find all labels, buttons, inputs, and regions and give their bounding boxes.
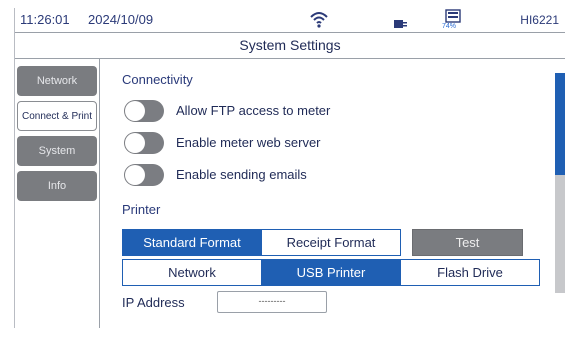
- ftp-access-label: Allow FTP access to meter: [176, 103, 331, 118]
- output-network-tab[interactable]: Network: [122, 259, 262, 286]
- receipt-format-tab[interactable]: Receipt Format: [261, 229, 401, 256]
- test-button[interactable]: Test: [412, 229, 523, 256]
- meter-model: HI6221: [520, 13, 559, 27]
- battery-percentage: 74%: [442, 23, 457, 30]
- settings-panel: Connectivity Allow FTP access to meter E…: [99, 59, 566, 328]
- toggle-knob: [125, 101, 145, 121]
- wifi-icon: [309, 10, 329, 31]
- standard-format-tab[interactable]: Standard Format: [122, 229, 262, 256]
- sidebar-item-label: Info: [47, 180, 67, 192]
- sidebar-item-label: Connect & Print: [21, 111, 93, 122]
- status-time: 11:26:01: [20, 12, 70, 27]
- sending-emails-label: Enable sending emails: [176, 167, 307, 182]
- sidebar-item-system[interactable]: System: [17, 136, 97, 166]
- status-bar: 11:26:01 2024/10/09 74% HI6221: [15, 8, 565, 33]
- scrollbar-thumb[interactable]: [555, 73, 565, 175]
- output-usb-printer-tab[interactable]: USB Printer: [261, 259, 401, 286]
- web-server-toggle[interactable]: [124, 132, 164, 154]
- ip-address-label: IP Address: [122, 295, 185, 310]
- page-title: System Settings: [15, 33, 565, 59]
- status-date: 2024/10/09: [88, 12, 154, 27]
- sidebar-item-network[interactable]: Network: [17, 66, 97, 96]
- sidebar-item-label: Network: [36, 75, 78, 87]
- sidebar-item-info[interactable]: Info: [17, 171, 97, 201]
- sending-emails-toggle[interactable]: [124, 164, 164, 186]
- ip-address-field[interactable]: ---------: [217, 291, 327, 313]
- toggle-knob: [125, 165, 145, 185]
- toggle-knob: [125, 133, 145, 153]
- printer-heading: Printer: [122, 202, 161, 217]
- output-flash-drive-tab[interactable]: Flash Drive: [400, 259, 540, 286]
- sidebar-item-connect-print[interactable]: Connect & Print: [17, 101, 97, 131]
- connectivity-heading: Connectivity: [122, 72, 193, 87]
- scrollbar[interactable]: [555, 73, 565, 293]
- device-screen: 11:26:01 2024/10/09 74% HI6221 System Se…: [14, 8, 565, 328]
- sidebar-item-label: System: [38, 145, 76, 157]
- web-server-label: Enable meter web server: [176, 135, 321, 150]
- plug-icon: [394, 16, 408, 31]
- ftp-access-toggle[interactable]: [124, 100, 164, 122]
